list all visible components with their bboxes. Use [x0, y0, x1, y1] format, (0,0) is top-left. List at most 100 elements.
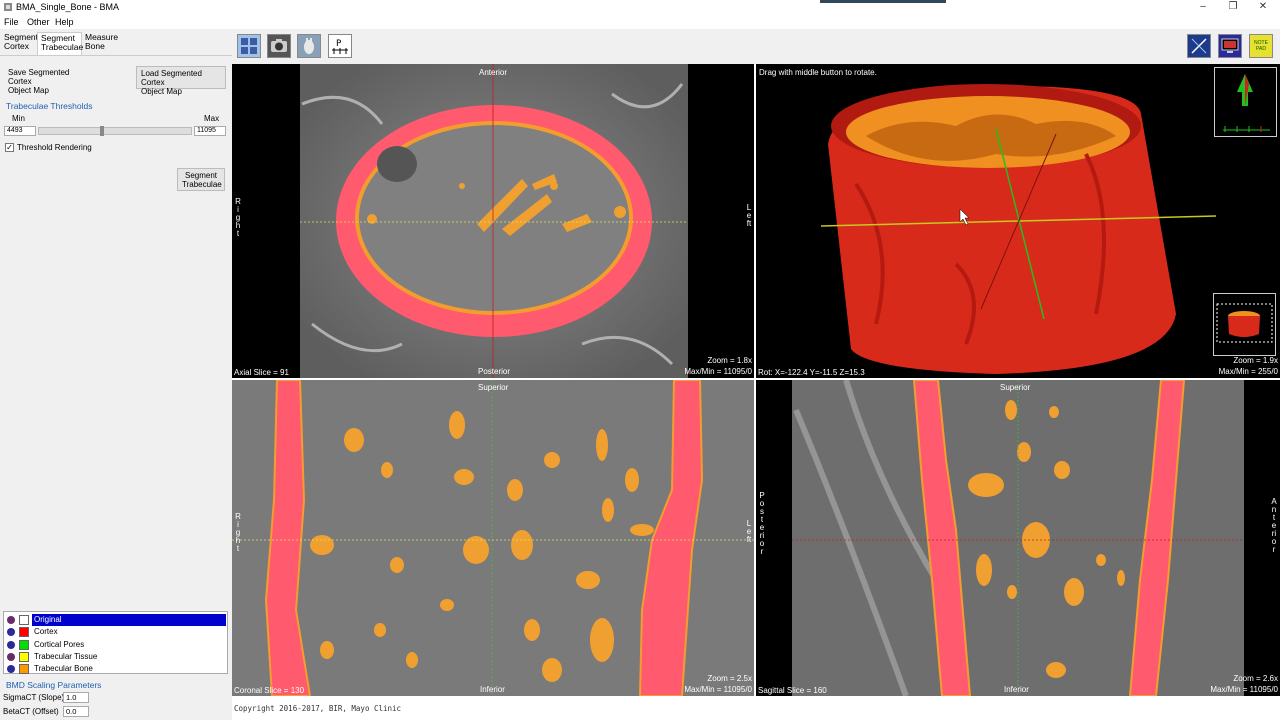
- layout-grid-icon[interactable]: [237, 34, 261, 58]
- thumbnail-preview[interactable]: [1213, 293, 1276, 356]
- object-color-swatch[interactable]: [19, 615, 29, 625]
- sigma-input[interactable]: 1.0: [63, 692, 89, 703]
- camera-icon[interactable]: [267, 34, 291, 58]
- menu-help[interactable]: Help: [55, 17, 74, 27]
- coronal-slice-label: Coronal Slice = 130: [234, 686, 305, 695]
- coronal-viewport[interactable]: Superior Inferior Right Left Coronal Sli…: [232, 380, 754, 696]
- sigma-value: 1.0: [66, 693, 77, 702]
- profile-glyph: P: [336, 39, 342, 49]
- sagittal-slice-label: Sagittal Slice = 160: [758, 686, 827, 695]
- coronal-right-label: Left: [746, 519, 752, 544]
- min-threshold-input[interactable]: 4493: [4, 126, 36, 136]
- render3d-hint: Drag with middle button to rotate.: [759, 68, 877, 77]
- tab-segment-trabeculae[interactable]: Segment Trabeculae: [37, 32, 84, 56]
- coronal-image: [232, 380, 754, 696]
- object-row[interactable]: Cortex: [4, 626, 227, 638]
- object-color-swatch[interactable]: [19, 651, 29, 662]
- visibility-icon[interactable]: [7, 652, 15, 661]
- object-row[interactable]: Trabecular Tissue: [4, 651, 227, 663]
- title-bar: BMA_Single_Bone - BMA – ❐ ✕: [0, 0, 1280, 15]
- sagittal-image: [792, 380, 1244, 696]
- axial-top-label: Anterior: [479, 68, 508, 77]
- max-label: Max: [204, 114, 220, 123]
- object-color-swatch[interactable]: [19, 639, 29, 650]
- progress-bar: [820, 0, 946, 3]
- sagittal-zoom-label: Zoom = 2.6x: [1233, 674, 1278, 683]
- coronal-bottom-label: Inferior: [480, 685, 505, 694]
- min-label: Min: [12, 114, 25, 123]
- close-button[interactable]: ✕: [1248, 0, 1278, 15]
- sagittal-top-label: Superior: [1000, 383, 1031, 392]
- axis-icon[interactable]: [1187, 34, 1211, 58]
- visibility-icon[interactable]: [7, 628, 15, 637]
- menu-other[interactable]: Other: [27, 17, 50, 27]
- coronal-left-label: Right: [235, 512, 241, 553]
- sagittal-bottom-label: Inferior: [1004, 685, 1029, 694]
- save-cortex-map-button[interactable]: Save Segmented Cortex Object Map: [4, 66, 96, 95]
- sagittal-viewport[interactable]: Superior Inferior Posterior Anterior Sag…: [756, 380, 1280, 696]
- sagittal-right-label: Anterior: [1271, 497, 1277, 554]
- object-row[interactable]: Trabecular Bone: [4, 663, 227, 675]
- menu-bar: File Other Help: [0, 15, 232, 29]
- tab-label: Segment Cortex: [4, 32, 39, 51]
- monitor-icon[interactable]: [1218, 34, 1242, 58]
- threshold-rendering-label: Threshold Rendering: [17, 143, 92, 152]
- max-threshold-input[interactable]: 11095: [194, 126, 226, 136]
- object-row[interactable]: Original: [4, 614, 227, 626]
- axial-right-label: Left: [746, 203, 752, 228]
- sigma-label: SigmaCT (Slope): [3, 693, 65, 702]
- object-color-swatch[interactable]: [19, 664, 29, 675]
- visibility-icon[interactable]: [7, 616, 15, 624]
- min-threshold-value: 4493: [7, 127, 23, 134]
- orientation-cube: [1214, 67, 1277, 137]
- axial-viewport[interactable]: Anterior Posterior Right Left Axial Slic…: [232, 64, 754, 378]
- axial-slice-label: Axial Slice = 91: [234, 368, 289, 377]
- threshold-slider-thumb[interactable]: [99, 126, 104, 136]
- render3d-image: [820, 84, 1217, 374]
- tab-segment-cortex[interactable]: Segment Cortex: [1, 32, 39, 56]
- window-title: BMA_Single_Bone - BMA: [16, 2, 120, 12]
- coronal-zoom-label: Zoom = 2.5x: [707, 674, 752, 683]
- menu-file[interactable]: File: [4, 17, 19, 27]
- object-label: Cortical Pores: [34, 639, 85, 649]
- max-threshold-value: 11095: [197, 127, 216, 134]
- object-list: Original Cortex Cortical Pores Trabecular T…: [3, 611, 228, 675]
- thresholds-section-label: Trabeculae Thresholds: [6, 101, 93, 111]
- load-cortex-map-button[interactable]: Load Segmented Cortex Object Map: [136, 66, 226, 96]
- object-label: Original: [32, 614, 226, 626]
- toolbar: P NOTE PAD: [232, 29, 1280, 64]
- object-label: Trabecular Tissue: [34, 651, 98, 661]
- visibility-icon[interactable]: [7, 640, 15, 649]
- axial-left-label: Right: [235, 197, 241, 238]
- tab-measure-bone[interactable]: Measure Bone: [82, 32, 122, 56]
- notes-icon[interactable]: NOTE PAD: [1249, 34, 1273, 58]
- coronal-top-label: Superior: [478, 383, 509, 392]
- tab-label: Segment Trabeculae: [41, 33, 84, 52]
- threshold-slider[interactable]: [38, 127, 192, 135]
- visibility-icon[interactable]: [7, 665, 15, 674]
- restore-button[interactable]: ❐: [1218, 0, 1248, 15]
- tab-label: Measure Bone: [85, 32, 119, 51]
- bmd-section-label: BMD Scaling Parameters: [6, 680, 102, 690]
- render3d-zoom: Zoom = 1.9x: [1233, 356, 1278, 365]
- object-label: Trabecular Bone: [34, 664, 93, 674]
- render3d-viewport[interactable]: Drag with middle button to rotate. Rot: …: [756, 64, 1280, 378]
- minimize-button[interactable]: –: [1188, 0, 1218, 15]
- axial-bottom-label: Posterior: [478, 367, 511, 376]
- profile-icon[interactable]: P: [328, 34, 352, 58]
- object-color-swatch[interactable]: [19, 627, 29, 638]
- sagittal-maxmin-label: Max/Min = 11095/0: [1210, 685, 1278, 694]
- coronal-maxmin-label: Max/Min = 11095/0: [684, 685, 752, 694]
- segment-trabeculae-button[interactable]: Segment Trabeculae: [177, 168, 225, 191]
- sagittal-left-label: Posterior: [759, 491, 765, 556]
- render3d-rotation: Rot: X=-122.4 Y=-11.5 Z=15.3: [758, 368, 865, 377]
- render3d-maxmin: Max/Min = 255/0: [1218, 367, 1278, 376]
- left-panel: Segment Cortex Segment Trabeculae Measur…: [0, 29, 232, 720]
- beta-input[interactable]: 0.0: [63, 706, 89, 717]
- object-row[interactable]: Cortical Pores: [4, 639, 227, 651]
- hand-icon[interactable]: [297, 34, 321, 58]
- beta-value: 0.0: [66, 707, 77, 716]
- app-icon: [3, 2, 13, 12]
- axial-image: [300, 64, 688, 378]
- threshold-rendering-checkbox[interactable]: ✓: [5, 143, 14, 152]
